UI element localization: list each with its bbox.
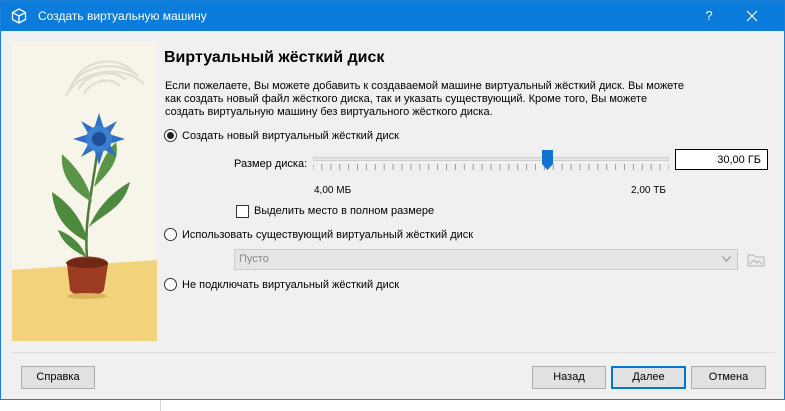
existing-disk-select: Пусто [234, 249, 738, 270]
no-disk-label[interactable]: Не подключать виртуальный жёсткий диск [182, 279, 399, 291]
use-existing-disk-radio[interactable] [164, 228, 177, 241]
title-help-button[interactable]: ? [693, 1, 725, 31]
title-bar[interactable]: Создать виртуальную машину ? [1, 1, 784, 31]
create-vm-dialog: Создать виртуальную машину ? Виртуальный… [0, 0, 785, 400]
page-title: Виртуальный жёсткий диск [164, 49, 385, 66]
folder-browse-icon [747, 254, 765, 267]
description-line: как создать новый файл жёсткого диска, т… [165, 93, 648, 105]
preallocate-label[interactable]: Выделить место в полном размере [254, 205, 434, 217]
use-existing-disk-label[interactable]: Использовать существующий виртуальный жё… [182, 229, 473, 241]
description-line: Если пожелаете, Вы можете добавить к соз… [165, 80, 684, 92]
disk-size-label: Размер диска: [234, 158, 308, 170]
no-disk-radio[interactable] [164, 278, 177, 291]
disk-size-input[interactable] [675, 149, 768, 170]
window-title: Создать виртуальную машину [38, 9, 207, 23]
cancel-button[interactable]: Отмена [691, 366, 766, 389]
footer-separator [12, 352, 774, 353]
create-new-disk-label[interactable]: Создать новый виртуальный жёсткий диск [182, 130, 399, 142]
slider-max-label: 2,00 ТБ [631, 185, 666, 196]
chevron-down-icon [722, 256, 731, 262]
slider-min-label: 4,00 МБ [314, 185, 352, 196]
preallocate-checkbox[interactable] [236, 205, 249, 218]
disk-size-slider-ticks [313, 164, 669, 170]
next-button[interactable]: Далее [611, 366, 686, 389]
background-divider [160, 400, 161, 411]
disk-size-slider-track[interactable] [313, 157, 669, 161]
disk-size-slider-thumb[interactable] [542, 150, 554, 170]
existing-disk-select-value: Пусто [239, 253, 269, 265]
virtualbox-icon [11, 8, 27, 24]
wizard-illustration [12, 42, 157, 341]
page-description: Если пожелаете, Вы можете добавить к соз… [165, 80, 775, 119]
description-line: создать виртуальную машину без виртуальн… [165, 106, 493, 118]
close-icon[interactable] [735, 1, 769, 31]
help-button[interactable]: Справка [21, 366, 95, 389]
create-new-disk-radio[interactable] [164, 129, 177, 142]
back-button[interactable]: Назад [532, 366, 606, 389]
